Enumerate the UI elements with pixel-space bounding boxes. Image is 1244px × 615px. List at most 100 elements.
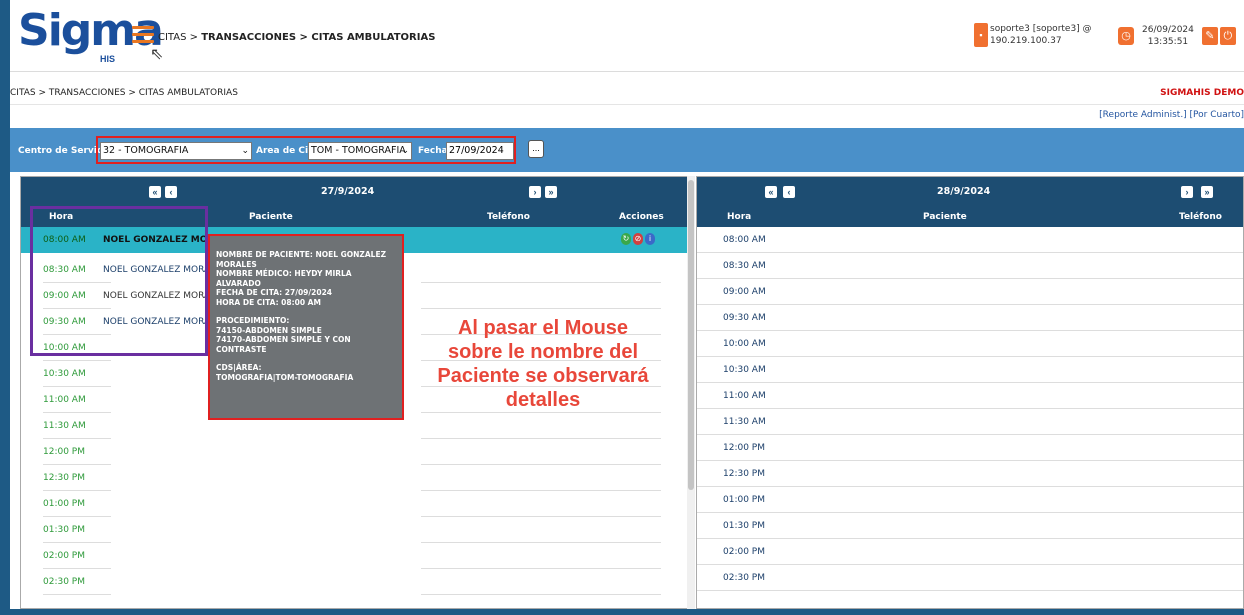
table-row[interactable]: 02:00 PM [697, 539, 1243, 565]
row-time: 11:30 AM [43, 421, 86, 431]
tooltip-line: TOMOGRAFIA|TOM-TOMOGRAFIA [216, 372, 354, 382]
row-actions: ↻ ⊘ i [621, 233, 655, 245]
right-panel-date: 28/9/2024 [937, 186, 991, 197]
app-window: Sigma HIS CITAS > TRANSACCIONES > CITAS … [10, 0, 1244, 609]
wrench-icon[interactable]: ✎ [1201, 27, 1218, 45]
row-time: 10:30 AM [723, 365, 766, 375]
row-time: 10:00 AM [723, 339, 766, 349]
table-row[interactable]: 09:00 AM [697, 279, 1243, 305]
row-time: 12:00 PM [723, 443, 765, 453]
row-time: 12:00 PM [43, 447, 85, 457]
last-page-button[interactable]: » [545, 186, 557, 198]
row-time: 08:30 AM [723, 261, 766, 271]
tooltip-line: MORALES [216, 259, 257, 269]
table-row[interactable]: 02:30 PM [697, 565, 1243, 591]
breadcrumb: CITAS > TRANSACCIONES > CITAS AMBULATORI… [10, 88, 238, 98]
table-row[interactable]: 02:00 PM [21, 543, 687, 569]
table-row[interactable]: 12:30 PM [697, 461, 1243, 487]
table-row[interactable]: 12:30 PM [21, 465, 687, 491]
annotation-text: Al pasar el Mouse sobre le nombre del Pa… [437, 317, 649, 411]
col-paciente: Paciente [923, 212, 967, 222]
row-time: 11:00 AM [723, 391, 766, 401]
last-page-button[interactable]: » [1201, 186, 1213, 198]
user-info[interactable]: ▪ soporte3 [soporte3] @ 190.219.100.37 [974, 23, 1092, 47]
tooltip-line: CDS|ÁREA: [216, 363, 262, 372]
row-time: 02:00 PM [723, 547, 765, 557]
row-time: 02:30 PM [723, 573, 765, 583]
col-acciones: Acciones [619, 212, 664, 222]
info-icon[interactable]: i [645, 233, 655, 245]
top-header: Sigma HIS CITAS > TRANSACCIONES > CITAS … [10, 0, 1244, 72]
tooltip-line: HORA DE CITA: 08:00 AM [216, 297, 321, 307]
first-page-button[interactable]: « [149, 186, 161, 198]
datetime-box: ◷ 26/09/2024 13:35:51 ✎ ⏻ [1118, 24, 1238, 48]
highlight-patient-column [30, 206, 208, 356]
table-row[interactable]: 08:00 AM [697, 227, 1243, 253]
menu-icon[interactable] [132, 26, 154, 44]
clock-icon: ◷ [1118, 27, 1134, 45]
vertical-scrollbar[interactable] [687, 176, 695, 609]
tooltip-line: 74150-ABDOMEN SIMPLE [216, 325, 322, 335]
header-time: 13:35:51 [1147, 37, 1189, 47]
tooltip-line: PROCEDIMIENTO: [216, 316, 290, 325]
prev-page-button[interactable]: ‹ [783, 186, 795, 198]
cancel-icon[interactable]: ⊘ [633, 233, 643, 245]
table-row[interactable]: 01:30 PM [697, 513, 1243, 539]
table-row[interactable]: 10:30 AM [697, 357, 1243, 383]
highlight-filters [96, 136, 516, 164]
table-row[interactable]: 11:30 AM [697, 409, 1243, 435]
table-row[interactable]: 12:00 PM [21, 439, 687, 465]
row-time: 11:30 AM [723, 417, 766, 427]
prev-page-button[interactable]: ‹ [165, 186, 177, 198]
divider [10, 104, 1244, 105]
table-row[interactable]: 11:00 AM [697, 383, 1243, 409]
row-time: 01:30 PM [723, 521, 765, 531]
col-telefono: Teléfono [487, 212, 530, 222]
tooltip-line: NOMBRE MÉDICO: HEYDY MIRLA ALVARADO [216, 269, 352, 288]
table-row[interactable]: 12:00 PM [697, 435, 1243, 461]
calendar-button[interactable]: ... [528, 140, 544, 158]
row-time: 01:00 PM [723, 495, 765, 505]
table-row[interactable]: 08:30 AM [697, 253, 1243, 279]
table-row[interactable]: 01:00 PM [697, 487, 1243, 513]
left-panel-date: 27/9/2024 [321, 186, 375, 197]
row-time: 01:30 PM [43, 525, 85, 535]
row-time: 08:00 AM [723, 235, 766, 245]
tooltip-line: FECHA DE CITA: 27/09/2024 [216, 288, 333, 297]
right-panel-header: « ‹ 28/9/2024 › » Hora Paciente Teléfono [697, 177, 1243, 227]
power-icon[interactable]: ⏻ [1219, 27, 1236, 45]
col-telefono: Teléfono [1179, 212, 1222, 222]
row-time: 09:00 AM [723, 287, 766, 297]
patient-tooltip: NOMBRE DE PACIENTE: NOEL GONZALEZ MORALE… [208, 234, 404, 420]
col-paciente: Paciente [249, 212, 293, 222]
refresh-icon[interactable]: ↻ [621, 233, 631, 245]
row-time: 12:30 PM [43, 473, 85, 483]
row-time: 09:30 AM [723, 313, 766, 323]
next-page-button[interactable]: › [529, 186, 541, 198]
col-hora: Hora [727, 212, 752, 222]
sigma-logo[interactable]: Sigma HIS [18, 5, 164, 66]
logo-text: Sigma [18, 5, 164, 56]
row-time: 01:00 PM [43, 499, 85, 509]
table-row[interactable]: 01:00 PM [21, 491, 687, 517]
header-breadcrumb: CITAS > TRANSACCIONES > CITAS AMBULATORI… [158, 32, 435, 43]
first-page-button[interactable]: « [765, 186, 777, 198]
table-row[interactable]: 09:30 AM [697, 305, 1243, 331]
header-breadcrumb-prefix: CITAS > [158, 32, 202, 43]
table-row[interactable]: 01:30 PM [21, 517, 687, 543]
row-time: 10:30 AM [43, 369, 86, 379]
scroll-thumb[interactable] [688, 180, 694, 490]
right-schedule-panel: « ‹ 28/9/2024 › » Hora Paciente Teléfono… [696, 176, 1244, 609]
table-row[interactable]: 10:00 AM [697, 331, 1243, 357]
brand-label: SIGMAHIS DEMO [1160, 88, 1244, 98]
tooltip-line: NOMBRE DE PACIENTE: NOEL GONZALEZ [216, 250, 387, 259]
table-row[interactable]: 02:30 PM [21, 569, 687, 595]
tooltip-line: 74170-ABDOMEN SIMPLE Y CON CONTRASTE [216, 335, 351, 354]
header-date: 26/09/2024 [1142, 25, 1194, 35]
logo-sub: HIS [100, 54, 116, 64]
user-ip: 190.219.100.37 [990, 36, 1062, 46]
row-time: 12:30 PM [723, 469, 765, 479]
next-page-button[interactable]: › [1181, 186, 1193, 198]
row-time: 02:00 PM [43, 551, 85, 561]
report-links[interactable]: [Reporte Administ.] [Por Cuarto] [1099, 110, 1244, 120]
